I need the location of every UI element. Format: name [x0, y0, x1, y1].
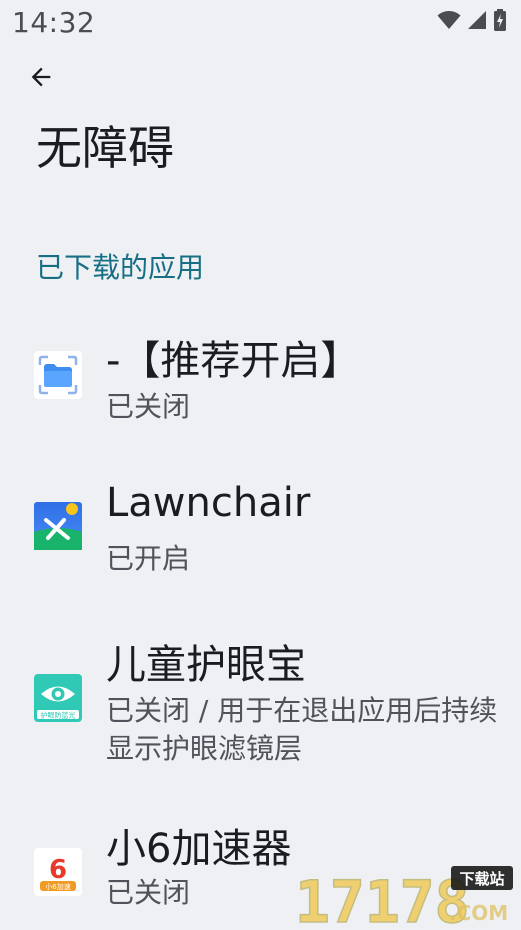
watermark-number: 17178 [295, 868, 470, 926]
watermark-suffix: .COM [449, 901, 508, 925]
site-watermark-logo: 17178 .COM 下载站 [294, 866, 513, 926]
app-summary: 已关闭 [106, 390, 191, 423]
xiao6-icon-label: 小6加速 [45, 882, 70, 891]
page-title: 无障碍 [36, 121, 174, 175]
watermark-tag: 下载站 [459, 870, 504, 888]
eye-protection-icon: 护眼防蓝光 [34, 674, 82, 722]
lawnchair-icon [34, 502, 82, 550]
arrow-back-icon [31, 67, 51, 87]
wifi-icon [437, 11, 461, 29]
app-title: -【推荐开启】 [106, 338, 361, 384]
cellular-signal-icon [468, 11, 486, 29]
eye-protection-icon-label: 护眼防蓝光 [41, 711, 76, 720]
app-summary: 已开启 [106, 542, 191, 575]
xiao6-accelerator-icon: 6 小6加速 [34, 848, 82, 896]
status-icons [437, 9, 507, 31]
list-item-app-lawnchair[interactable]: Lawnchair 已开启 [0, 472, 521, 602]
app-title: Lawnchair [106, 480, 311, 526]
battery-charging-icon [494, 9, 506, 31]
status-clock: 14:32 [12, 6, 96, 39]
app-title: 儿童护眼宝 [106, 642, 306, 688]
app-title: 小6加速器 [106, 826, 292, 872]
app-summary: 已关闭 / 用于在退出应用后持续显示护眼滤镜层 [106, 694, 498, 765]
back-button[interactable] [20, 56, 62, 98]
list-item-app-eye-protection[interactable]: 护眼防蓝光 儿童护眼宝 已关闭 / 用于在退出应用后持续显示护眼滤镜层 [0, 622, 521, 782]
status-bar: 14:32 [0, 0, 521, 48]
blue-folder-scan-icon [34, 351, 82, 399]
section-header-downloaded-apps: 已下载的应用 [36, 251, 205, 284]
list-item-app-recommended[interactable]: -【推荐开启】 已关闭 [0, 322, 521, 452]
svg-text:6: 6 [49, 855, 67, 885]
